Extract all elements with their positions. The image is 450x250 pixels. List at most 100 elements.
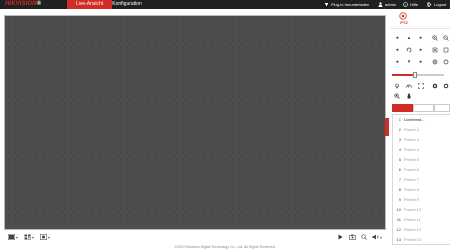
ptz-speed-slider[interactable] xyxy=(392,72,444,78)
preset-name: Preset 2 xyxy=(404,127,419,132)
preset-number: 6 xyxy=(398,167,401,172)
preset-name: Preset 12 xyxy=(404,227,422,232)
wiper-icon xyxy=(406,84,412,88)
arrow-right-icon: ▸ xyxy=(419,59,423,65)
arrow-right-icon: ▸ xyxy=(419,47,423,53)
ptz-up-right-button[interactable]: ▸ xyxy=(417,34,425,42)
light-button[interactable] xyxy=(393,82,401,90)
focus-icon xyxy=(443,47,449,53)
3d-zoom-button[interactable] xyxy=(393,92,401,100)
list-item[interactable]: 13 Preset 13 xyxy=(393,235,450,244)
preset-name: Preset 4 xyxy=(404,147,419,152)
iris-open-button[interactable] xyxy=(431,58,439,66)
focus-near-button[interactable] xyxy=(431,46,439,54)
list-item[interactable]: 9 Preset 9 xyxy=(393,195,450,205)
ptz-auto-button[interactable] xyxy=(405,46,413,54)
arrow-left-icon: ◂ xyxy=(395,47,399,53)
preset-name: Preset 6 xyxy=(404,167,419,172)
play-icon xyxy=(338,234,343,240)
digital-zoom-button[interactable] xyxy=(361,233,367,241)
preset-name: Preset 8 xyxy=(404,187,419,192)
arrow-down-icon: ▾ xyxy=(407,59,411,65)
slider-handle[interactable] xyxy=(413,72,418,78)
list-item[interactable]: 2 Preset 2 xyxy=(393,125,450,135)
preset-number: 8 xyxy=(398,187,401,192)
tab-patterns[interactable] xyxy=(434,104,450,112)
tab-presets[interactable] xyxy=(392,104,413,117)
logout-label: Logout xyxy=(434,2,447,7)
zoom-in-button[interactable] xyxy=(431,34,439,42)
tab-configuration[interactable]: Konfiguration xyxy=(112,0,142,9)
tab-live-view[interactable]: Live-Ansicht xyxy=(67,0,112,9)
list-item[interactable]: 10 Preset 10 xyxy=(393,205,450,215)
list-item[interactable]: 6 Preset 6 xyxy=(393,165,450,175)
list-item[interactable]: 4 Preset 4 xyxy=(393,145,450,155)
live-video-window[interactable] xyxy=(4,15,386,230)
zoom-out-button[interactable] xyxy=(442,34,450,42)
ptz-down-button[interactable]: ▾ xyxy=(405,58,413,66)
preset-number: 5 xyxy=(398,157,401,162)
ptz-left-button[interactable]: ◂ xyxy=(393,46,401,54)
list-item[interactable]: 3 Preset 3 xyxy=(393,135,450,145)
list-item[interactable]: 5 Preset 5 xyxy=(393,155,450,165)
camera-icon xyxy=(349,234,356,240)
ptz-right-button[interactable]: ▸ xyxy=(417,46,425,54)
lens-init-button[interactable] xyxy=(431,82,439,90)
ptz-down-left-button[interactable]: ◂ xyxy=(393,58,401,66)
arrow-left-icon: ◂ xyxy=(395,35,399,41)
wiper-button[interactable] xyxy=(405,82,413,90)
plugin-type-icon xyxy=(40,234,47,240)
one-touch-focus-button[interactable] xyxy=(417,82,425,90)
user-menu[interactable]: admin xyxy=(378,0,396,9)
ptz-down-right-button[interactable]: ▸ xyxy=(417,58,425,66)
focus-auto-icon xyxy=(418,83,424,89)
plugin-type-button[interactable]: ▾ xyxy=(40,233,50,241)
help-icon: i xyxy=(403,2,408,7)
plugin-icon xyxy=(325,3,328,6)
slider-fill xyxy=(392,74,416,76)
user-name: admin xyxy=(385,2,396,7)
list-item[interactable]: 8 Preset 8 xyxy=(393,185,450,195)
logout-icon xyxy=(427,2,432,7)
plugin-download-label: Plug-in herunterladen xyxy=(331,2,370,7)
window-layout-button[interactable]: ▾ xyxy=(8,233,18,241)
list-item[interactable]: 7 Preset 7 xyxy=(393,175,450,185)
preset-number: 3 xyxy=(398,137,401,142)
video-grid-pattern xyxy=(5,16,385,229)
ptz-up-left-button[interactable]: ◂ xyxy=(393,34,401,42)
focus-icon xyxy=(432,47,438,53)
preset-name: Preset 10 xyxy=(404,207,422,212)
iris-icon xyxy=(432,59,438,65)
iris-close-button[interactable] xyxy=(442,58,450,66)
focus-far-button[interactable] xyxy=(442,46,450,54)
tab-patrols[interactable] xyxy=(413,104,434,112)
capture-button[interactable] xyxy=(349,233,356,241)
iris-icon xyxy=(443,59,449,65)
start-live-view-button[interactable] xyxy=(338,233,343,241)
ptz-label: PTZ xyxy=(400,20,408,25)
window-layout-icon xyxy=(8,234,15,240)
manual-tracking-button[interactable] xyxy=(405,92,413,100)
more-settings-button[interactable] xyxy=(442,82,450,90)
chevron-down-icon: ▾ xyxy=(16,234,19,240)
stream-type-button[interactable]: ▾ xyxy=(24,233,34,241)
speaker-icon xyxy=(372,234,379,240)
preset-name: Preset 9 xyxy=(404,197,419,202)
list-item[interactable]: 11 Preset 11 xyxy=(393,215,450,225)
preset-name: Preset 7 xyxy=(404,177,419,182)
gear-icon xyxy=(443,83,449,89)
preset-number: 10 xyxy=(396,207,401,212)
panel-collapse-handle[interactable] xyxy=(385,118,389,136)
plugin-download-link[interactable]: Plug-in herunterladen xyxy=(324,0,369,9)
preset-number: 9 xyxy=(398,197,401,202)
copyright-text: ©2019 Hikvision Digital Technology Co., … xyxy=(174,245,276,249)
list-item[interactable]: 1 Lichtemst... xyxy=(393,115,450,125)
preset-name: Preset 5 xyxy=(404,157,419,162)
zoom-out-icon xyxy=(443,35,449,41)
help-link[interactable]: i Hilfe xyxy=(403,0,418,9)
audio-button[interactable]: ▾ xyxy=(372,233,382,241)
logout-link[interactable]: Logout xyxy=(427,0,446,9)
list-item[interactable]: 12 Preset 12 xyxy=(393,225,450,235)
ptz-up-button[interactable]: ▴ xyxy=(405,34,413,42)
ptz-camera-icon[interactable] xyxy=(399,12,407,20)
